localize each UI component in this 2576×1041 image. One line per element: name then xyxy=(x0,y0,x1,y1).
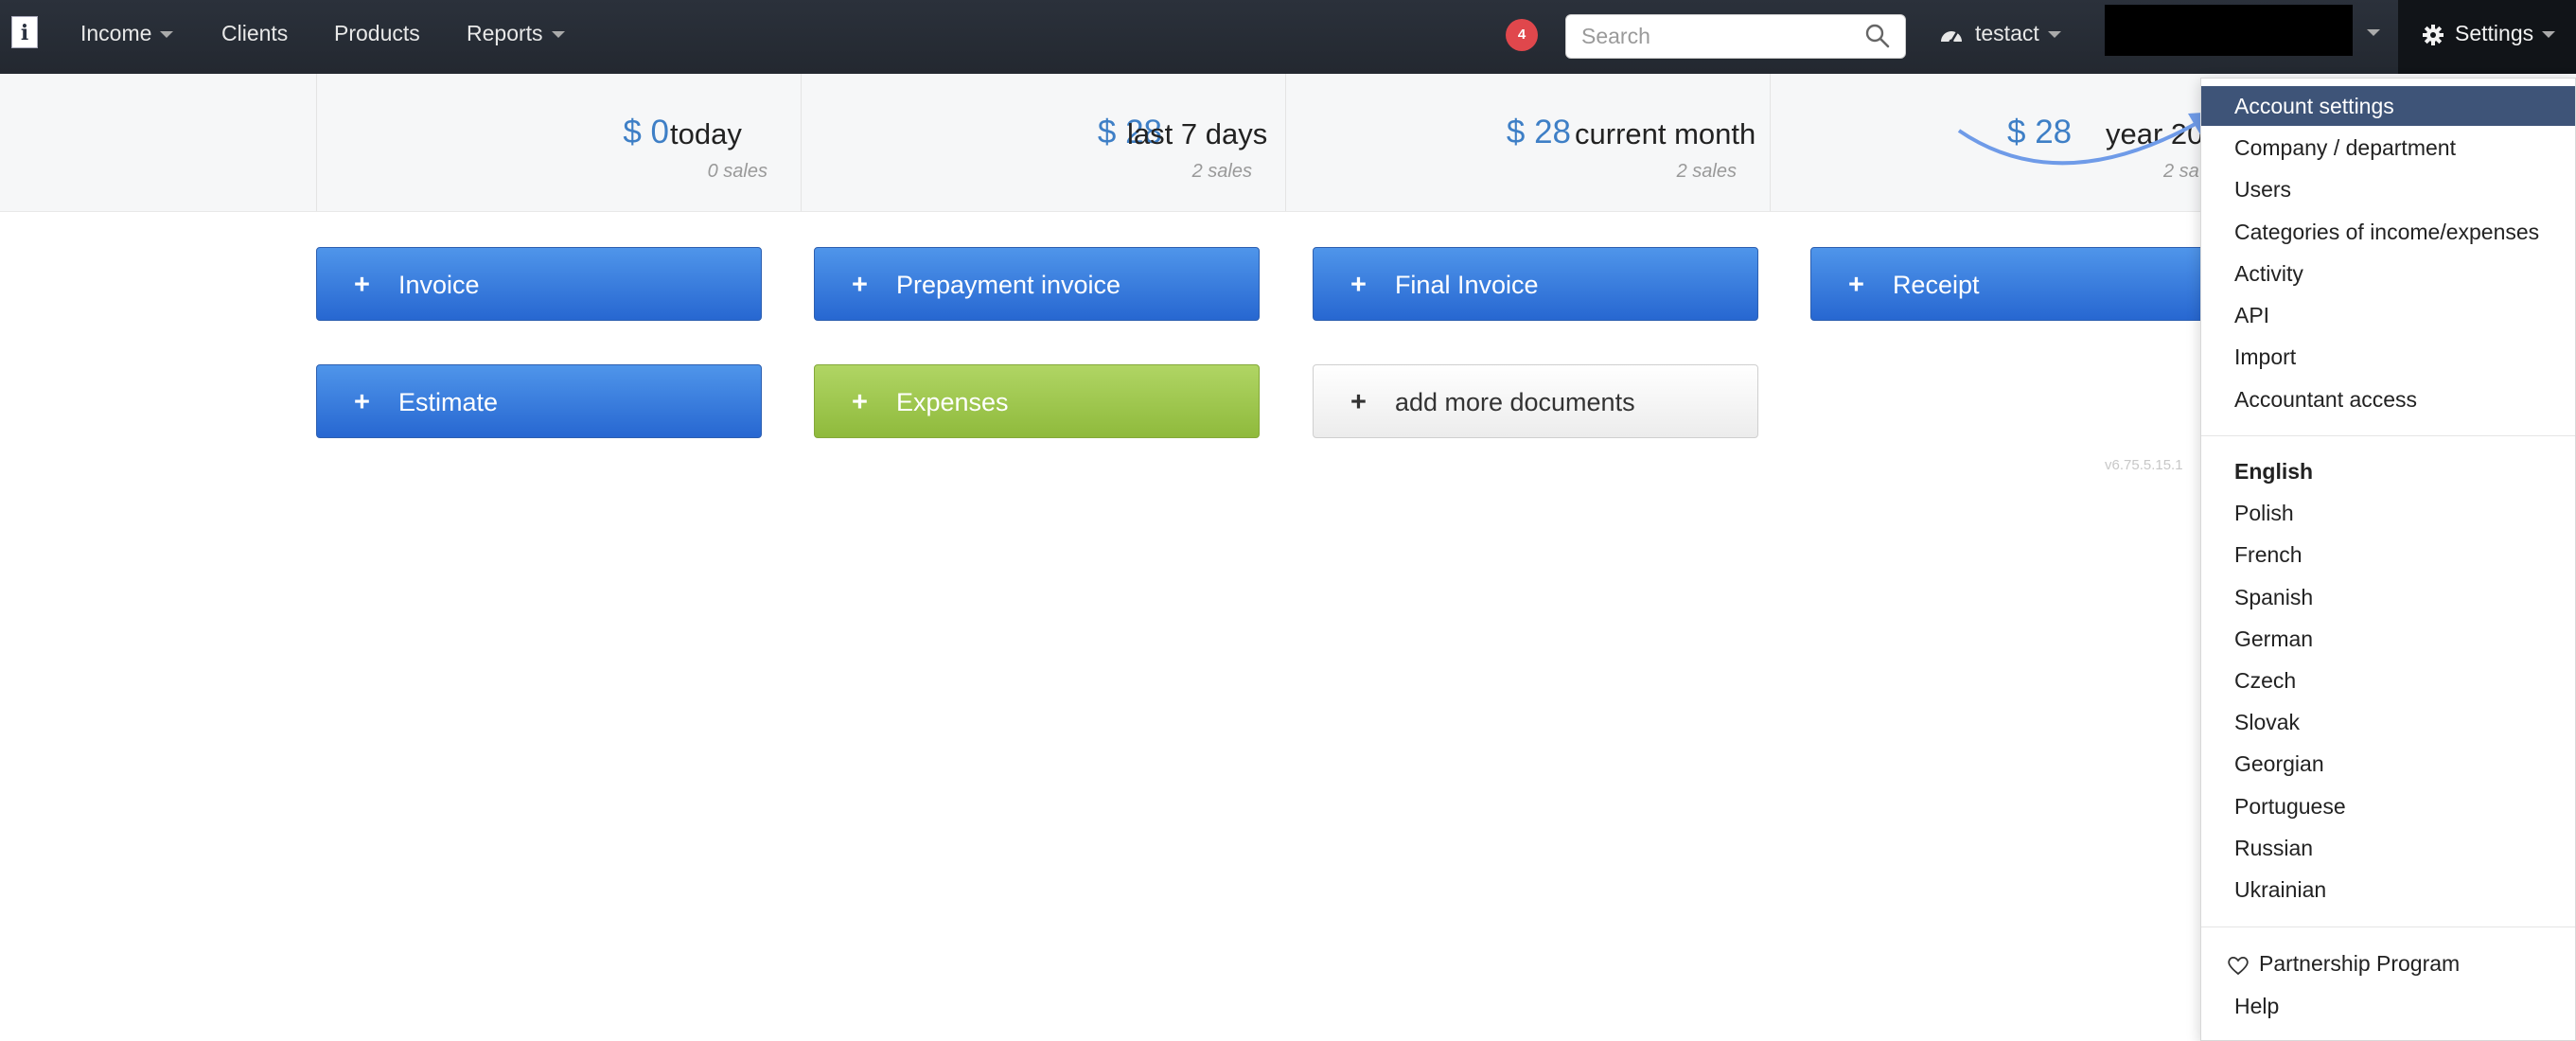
stat-count: 2 sales xyxy=(1191,161,1252,182)
top-navbar: i Income Clients Products Reports 4 test… xyxy=(0,0,2576,74)
stat-amount: $ 0 xyxy=(623,114,669,150)
menu-account-settings[interactable]: Account settings xyxy=(2201,86,2575,126)
menu-categories[interactable]: Categories of income/expenses xyxy=(2201,212,2575,252)
nav-reports[interactable]: Reports xyxy=(467,0,565,66)
stat-period: last 7 days xyxy=(1127,117,1268,150)
settings-label: Settings xyxy=(2455,21,2534,45)
chevron-down-icon xyxy=(160,31,174,39)
language-slovak[interactable]: Slovak xyxy=(2201,702,2575,742)
user-menu[interactable]: testact xyxy=(1939,0,2061,66)
stat-today: $ 0 today 0 sales xyxy=(316,74,801,211)
button-label: Expenses xyxy=(895,388,1009,416)
new-final-invoice-button[interactable]: + Final Invoice xyxy=(1313,247,1758,321)
nav-income[interactable]: Income xyxy=(80,0,174,66)
heart-icon xyxy=(2228,956,2249,976)
nav-reports-label: Reports xyxy=(467,21,543,45)
menu-import[interactable]: Import xyxy=(2201,337,2575,377)
search-input[interactable] xyxy=(1565,14,1906,59)
button-label: Final Invoice xyxy=(1394,271,1539,299)
stat-period: current month xyxy=(1575,117,1756,150)
version-label: v6.75.5.15.1 xyxy=(2105,457,2183,473)
stat-count: 2 sales xyxy=(1676,161,1737,182)
menu-divider xyxy=(2201,926,2575,927)
language-georgian[interactable]: Georgian xyxy=(2201,744,2575,784)
menu-help[interactable]: Help xyxy=(2201,986,2575,1026)
button-label: Estimate xyxy=(397,388,498,416)
button-label: add more documents xyxy=(1394,388,1635,416)
language-english[interactable]: English xyxy=(2201,451,2575,491)
language-german[interactable]: German xyxy=(2201,619,2575,659)
menu-company-department[interactable]: Company / department xyxy=(2201,128,2575,168)
language-czech[interactable]: Czech xyxy=(2201,661,2575,700)
language-ukrainian[interactable]: Ukrainian xyxy=(2201,870,2575,909)
dashboard-gauge-icon xyxy=(1941,30,1962,44)
search-icon[interactable] xyxy=(1864,23,1891,49)
menu-partnership-program[interactable]: Partnership Program xyxy=(2201,944,2575,983)
plus-icon: + xyxy=(1350,270,1367,300)
stat-last-7-days: $ 28 last 7 days 2 sales xyxy=(801,74,1285,211)
language-portuguese[interactable]: Portuguese xyxy=(2201,786,2575,826)
language-russian[interactable]: Russian xyxy=(2201,828,2575,868)
menu-accountant-access[interactable]: Accountant access xyxy=(2201,379,2575,419)
language-polish[interactable]: Polish xyxy=(2201,493,2575,533)
app-logo[interactable]: i xyxy=(11,16,38,48)
add-more-documents-button[interactable]: + add more documents xyxy=(1313,364,1758,438)
stat-count: 0 sales xyxy=(707,161,768,182)
chevron-down-icon xyxy=(2542,31,2556,39)
chevron-down-icon xyxy=(551,31,565,39)
stat-current-month: $ 28 current month 2 sales xyxy=(1285,74,1770,211)
redacted-block xyxy=(2105,5,2353,56)
nav-clients[interactable]: Clients xyxy=(221,0,288,66)
plus-icon: + xyxy=(852,270,868,300)
language-french[interactable]: French xyxy=(2201,535,2575,574)
stat-period: today xyxy=(670,117,742,150)
new-receipt-button[interactable]: + Receipt xyxy=(1810,247,2256,321)
chevron-down-icon xyxy=(2047,31,2061,39)
settings-button[interactable]: Settings xyxy=(2398,0,2576,74)
chevron-down-icon[interactable] xyxy=(2367,29,2380,36)
plus-icon: + xyxy=(354,270,370,300)
menu-activity[interactable]: Activity xyxy=(2201,254,2575,293)
menu-api[interactable]: API xyxy=(2201,295,2575,335)
new-prepayment-invoice-button[interactable]: + Prepayment invoice xyxy=(814,247,1260,321)
new-expenses-button[interactable]: + Expenses xyxy=(814,364,1260,438)
pointer-arrow-icon xyxy=(1957,112,2216,166)
nav-income-label: Income xyxy=(80,21,152,45)
button-label: Prepayment invoice xyxy=(895,271,1121,299)
plus-icon: + xyxy=(1848,270,1864,300)
stat-amount: $ 28 xyxy=(1506,114,1571,150)
plus-icon: + xyxy=(1350,387,1367,417)
button-label: Invoice xyxy=(397,271,480,299)
new-estimate-button[interactable]: + Estimate xyxy=(316,364,762,438)
menu-label: Partnership Program xyxy=(2259,951,2461,976)
plus-icon: + xyxy=(354,387,370,417)
notification-badge[interactable]: 4 xyxy=(1506,19,1538,51)
menu-users[interactable]: Users xyxy=(2201,169,2575,209)
plus-icon: + xyxy=(852,387,868,417)
gear-icon xyxy=(2423,24,2444,45)
nav-products[interactable]: Products xyxy=(334,0,420,66)
button-label: Receipt xyxy=(1892,271,1980,299)
user-name: testact xyxy=(1975,21,2039,45)
new-invoice-button[interactable]: + Invoice xyxy=(316,247,762,321)
language-spanish[interactable]: Spanish xyxy=(2201,577,2575,617)
menu-divider xyxy=(2201,435,2575,436)
settings-dropdown-menu: Account settings Company / department Us… xyxy=(2200,78,2576,1041)
